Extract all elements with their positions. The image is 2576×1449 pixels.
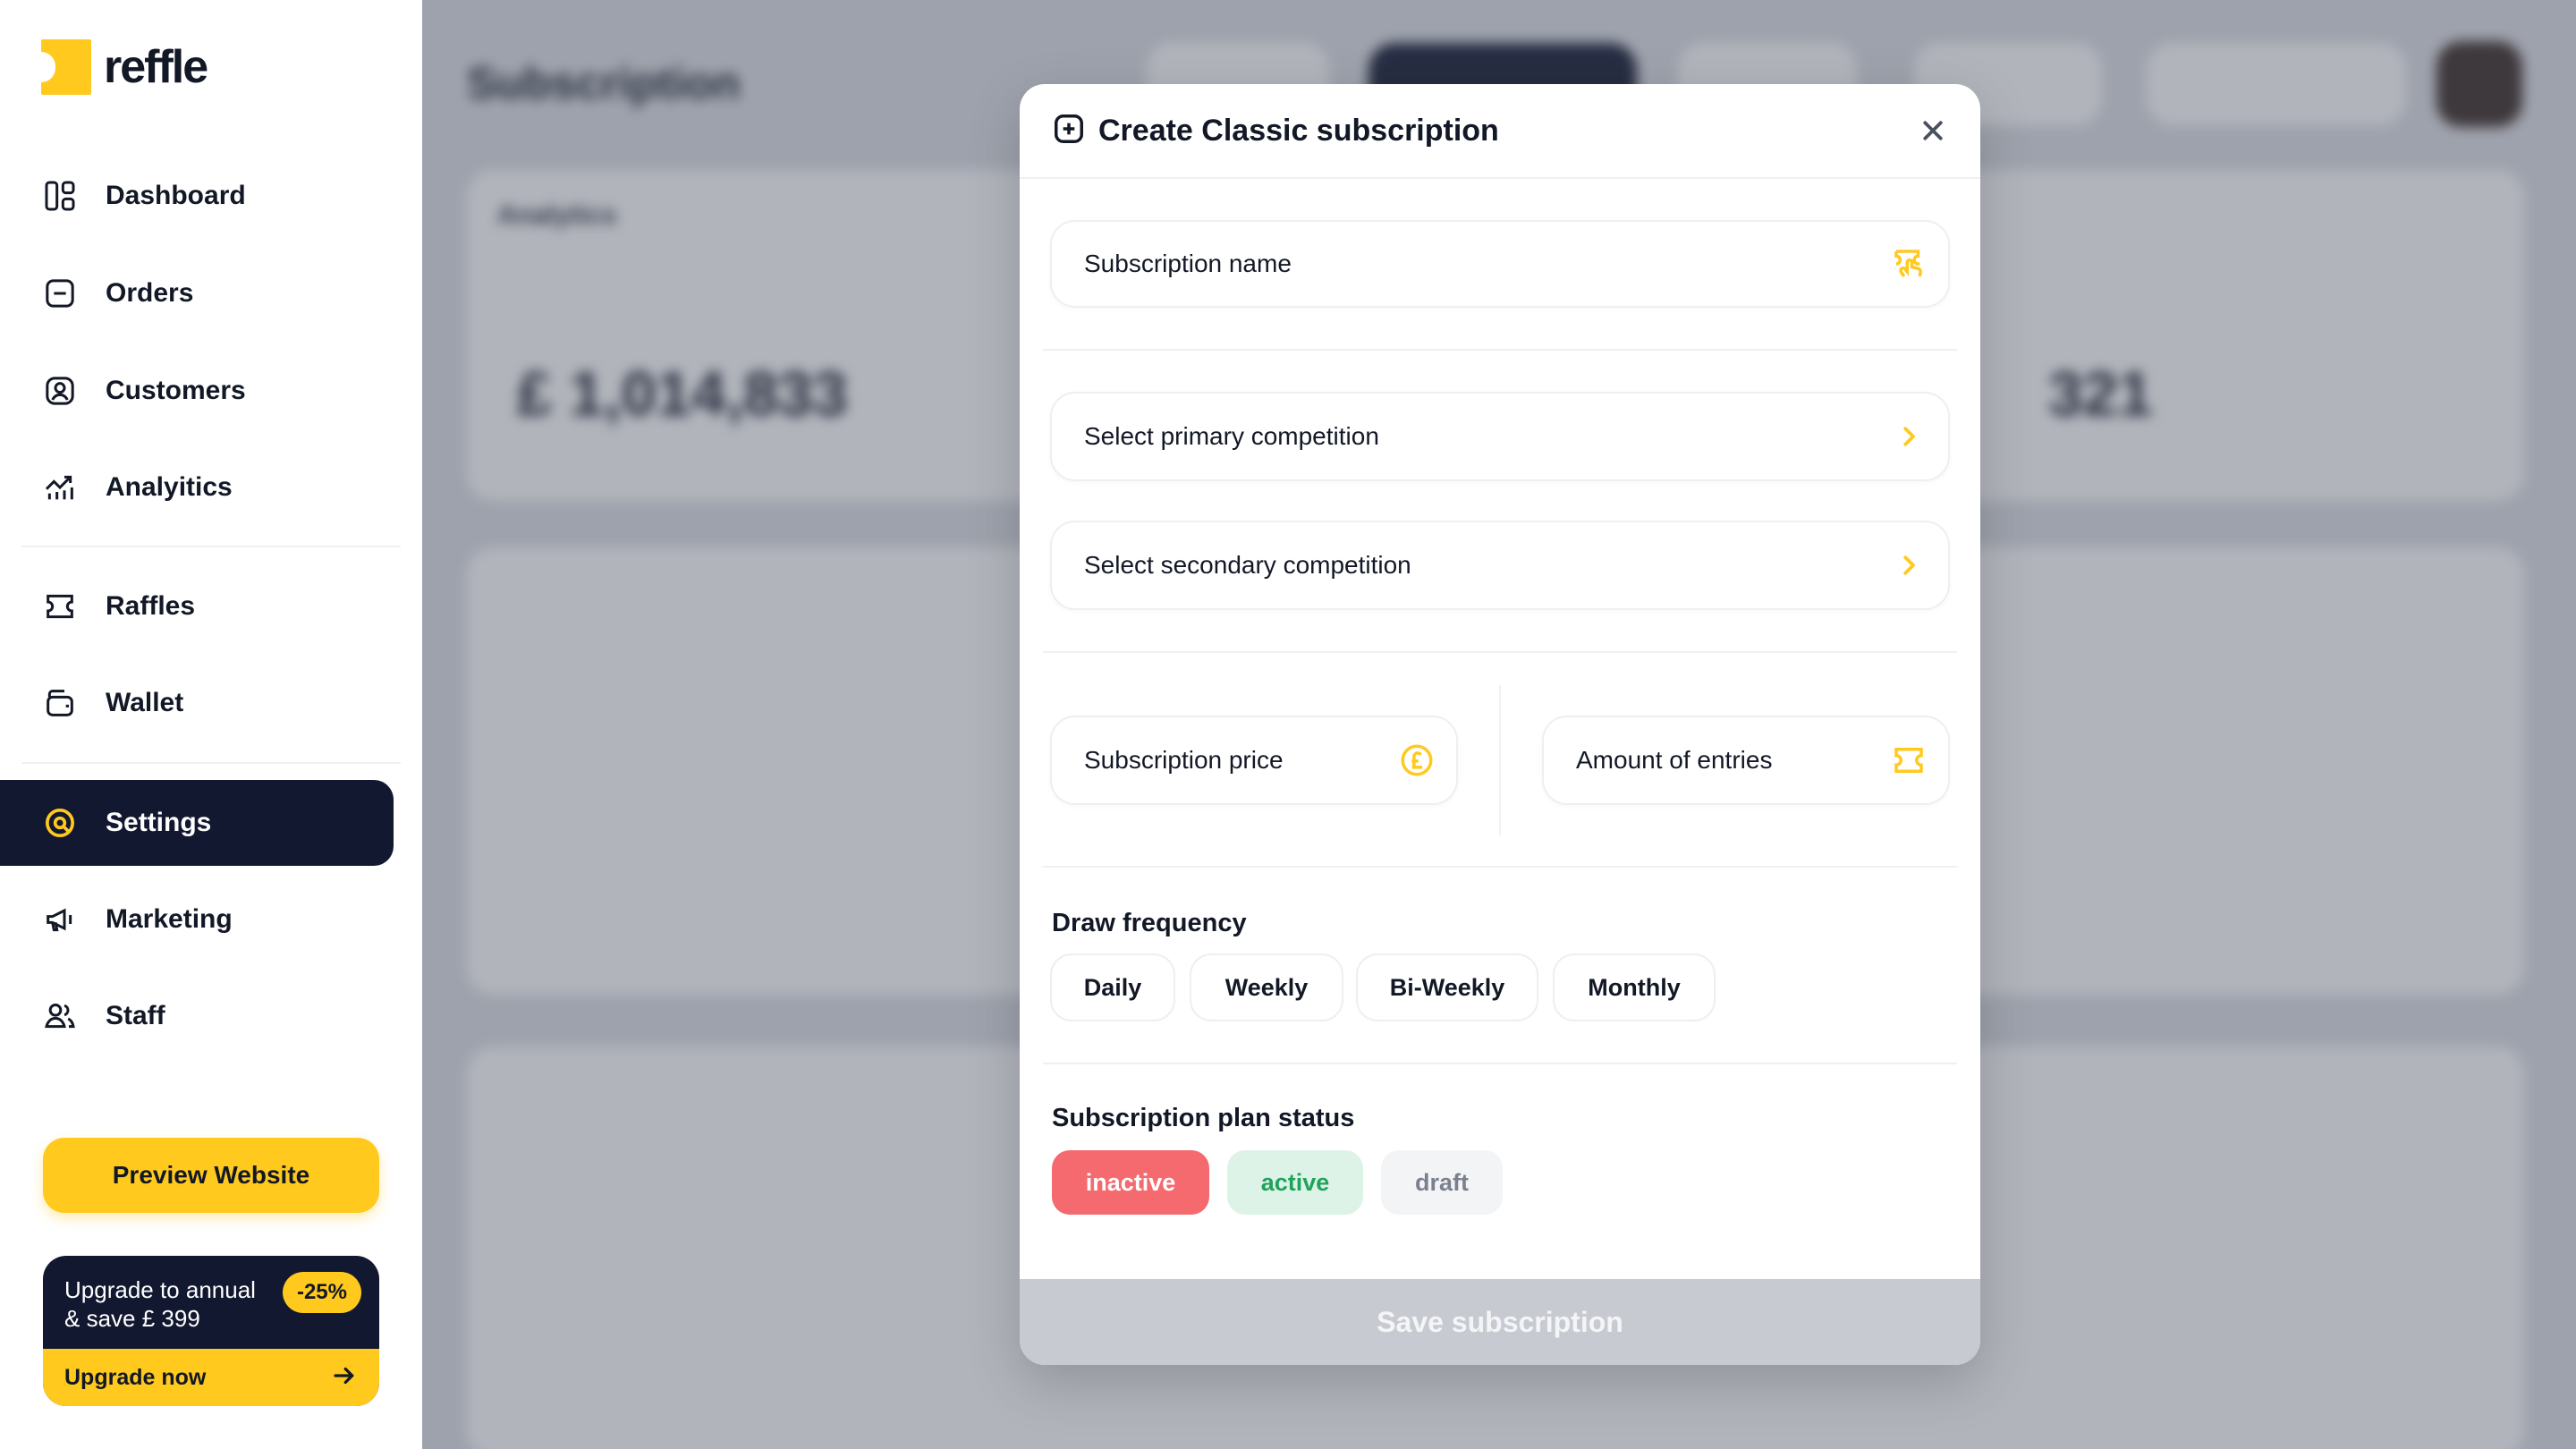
frequency-option-monthly[interactable]: Monthly — [1553, 953, 1716, 1021]
close-button[interactable] — [1912, 111, 1953, 152]
sidebar-item-label: Dashboard — [106, 181, 246, 210]
subscription-name-placeholder: Subscription name — [1084, 250, 1292, 277]
chevron-right-icon — [1889, 417, 1928, 456]
secondary-competition-label: Select secondary competition — [1084, 551, 1411, 579]
section-divider — [1043, 866, 1957, 868]
section-divider — [1043, 651, 1957, 653]
sidebar-item-label: Orders — [106, 278, 194, 308]
dashboard-icon — [41, 177, 79, 215]
field-divider — [1499, 685, 1501, 835]
subscription-price-placeholder: Subscription price — [1084, 746, 1284, 774]
section-divider — [1043, 349, 1957, 351]
frequency-option-daily[interactable]: Daily — [1050, 953, 1175, 1021]
sidebar-item-label: Wallet — [106, 688, 184, 717]
secondary-competition-select[interactable]: Select secondary competition — [1050, 521, 1950, 610]
wallet-icon — [41, 684, 79, 722]
staff-icon — [41, 997, 79, 1035]
sidebar-divider — [21, 762, 401, 764]
brand-name: reffle — [104, 41, 208, 93]
sidebar: reffle Dashboard Orders Customers Analyi… — [0, 0, 422, 1449]
sidebar-item-label: Marketing — [106, 904, 233, 934]
modal-header: Create Classic subscription — [1020, 84, 1980, 179]
preview-website-button[interactable]: Preview Website — [43, 1138, 379, 1213]
upgrade-info: Upgrade to annual & save £ 399 -25% — [43, 1256, 379, 1349]
primary-competition-select[interactable]: Select primary competition — [1050, 392, 1950, 481]
close-icon — [1919, 117, 1946, 147]
settings-icon — [41, 804, 79, 842]
upgrade-now-label: Upgrade now — [64, 1364, 207, 1390]
amount-of-entries-placeholder: Amount of entries — [1576, 746, 1773, 774]
sidebar-item-label: Customers — [106, 376, 246, 405]
sidebar-item-wallet[interactable]: Wallet — [0, 660, 394, 746]
subscription-name-input[interactable]: Subscription name — [1050, 220, 1950, 308]
upgrade-now-button[interactable]: Upgrade now — [43, 1349, 379, 1406]
modal-title: Create Classic subscription — [1098, 113, 1499, 148]
customers-icon — [41, 372, 79, 410]
sidebar-item-label: Analyitics — [106, 472, 233, 502]
brand-logo[interactable]: reffle — [41, 39, 208, 95]
status-option-active[interactable]: active — [1227, 1150, 1363, 1215]
pound-coin-icon — [1397, 741, 1436, 780]
add-square-icon — [1052, 112, 1086, 150]
status-option-draft[interactable]: draft — [1381, 1150, 1503, 1215]
create-subscription-modal: Create Classic subscription Subscription… — [1020, 84, 1980, 1365]
ticket-icon — [1889, 741, 1928, 780]
amount-of-entries-input[interactable]: Amount of entries — [1542, 716, 1950, 805]
discount-badge: -25% — [282, 1272, 361, 1313]
save-subscription-button[interactable]: Save subscription — [1020, 1279, 1980, 1365]
subscription-price-input[interactable]: Subscription price — [1050, 716, 1458, 805]
sidebar-item-settings[interactable]: Settings — [0, 780, 394, 866]
sidebar-item-raffles[interactable]: Raffles — [0, 564, 394, 649]
arrow-right-icon — [331, 1362, 358, 1394]
sidebar-item-customers[interactable]: Customers — [0, 348, 394, 434]
plan-status-label: Subscription plan status — [1052, 1104, 1355, 1132]
chevron-right-icon — [1889, 546, 1928, 585]
sidebar-item-dashboard[interactable]: Dashboard — [0, 153, 394, 239]
primary-competition-label: Select primary competition — [1084, 422, 1379, 450]
megaphone-icon — [41, 901, 79, 938]
sidebar-item-orders[interactable]: Orders — [0, 250, 394, 336]
logo-mark-icon — [41, 39, 91, 95]
orders-icon — [41, 275, 79, 312]
sidebar-item-marketing[interactable]: Marketing — [0, 877, 394, 962]
sidebar-item-label: Staff — [106, 1001, 165, 1030]
status-option-inactive[interactable]: inactive — [1052, 1150, 1209, 1215]
frequency-option-bi-weekly[interactable]: Bi-Weekly — [1356, 953, 1538, 1021]
upgrade-card: Upgrade to annual & save £ 399 -25% Upgr… — [43, 1256, 379, 1406]
sidebar-item-staff[interactable]: Staff — [0, 973, 394, 1059]
sidebar-item-label: Raffles — [106, 591, 196, 621]
draw-frequency-label: Draw frequency — [1052, 909, 1247, 937]
ticket-hand-icon — [1889, 244, 1928, 284]
sidebar-item-label: Settings — [106, 808, 212, 837]
sidebar-item-analytics[interactable]: Analyitics — [0, 445, 394, 530]
frequency-option-weekly[interactable]: Weekly — [1190, 953, 1343, 1021]
section-divider — [1043, 1063, 1957, 1064]
analytics-icon — [41, 469, 79, 506]
ticket-icon — [41, 588, 79, 625]
sidebar-divider — [21, 546, 401, 547]
